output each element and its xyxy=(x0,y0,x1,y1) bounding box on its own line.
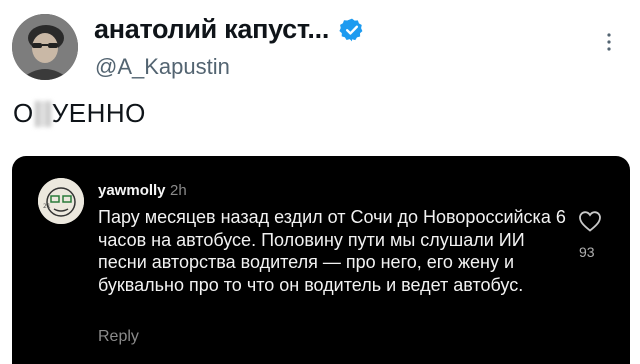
censor-blur xyxy=(34,100,51,127)
tweet-text-prefix: О xyxy=(13,98,34,128)
author-name-row: анатолий капуст... xyxy=(94,14,365,45)
embedded-comment-card[interactable]: 21 yawmolly 2h Пару месяцев назад ездил … xyxy=(12,156,630,364)
svg-text:21: 21 xyxy=(43,203,51,210)
like-count: 93 xyxy=(579,244,595,260)
reply-button[interactable]: Reply xyxy=(98,328,139,346)
author-handle[interactable]: @A_Kapustin xyxy=(95,54,230,80)
commenter-username[interactable]: yawmolly xyxy=(98,182,166,199)
comment-text: Пару месяцев назад ездил от Сочи до Ново… xyxy=(98,207,566,295)
tweet-text: О УЕННО xyxy=(13,98,146,129)
verified-badge-icon xyxy=(339,18,363,41)
display-name[interactable]: анатолий капуст... xyxy=(94,14,329,45)
comment-timestamp: 2h xyxy=(170,182,187,199)
commenter-avatar[interactable]: 21 xyxy=(38,178,84,224)
tweet-text-suffix: УЕННО xyxy=(51,98,146,128)
more-vertical-icon[interactable] xyxy=(606,32,612,52)
heart-icon[interactable] xyxy=(578,210,602,232)
author-avatar[interactable] xyxy=(12,14,78,80)
